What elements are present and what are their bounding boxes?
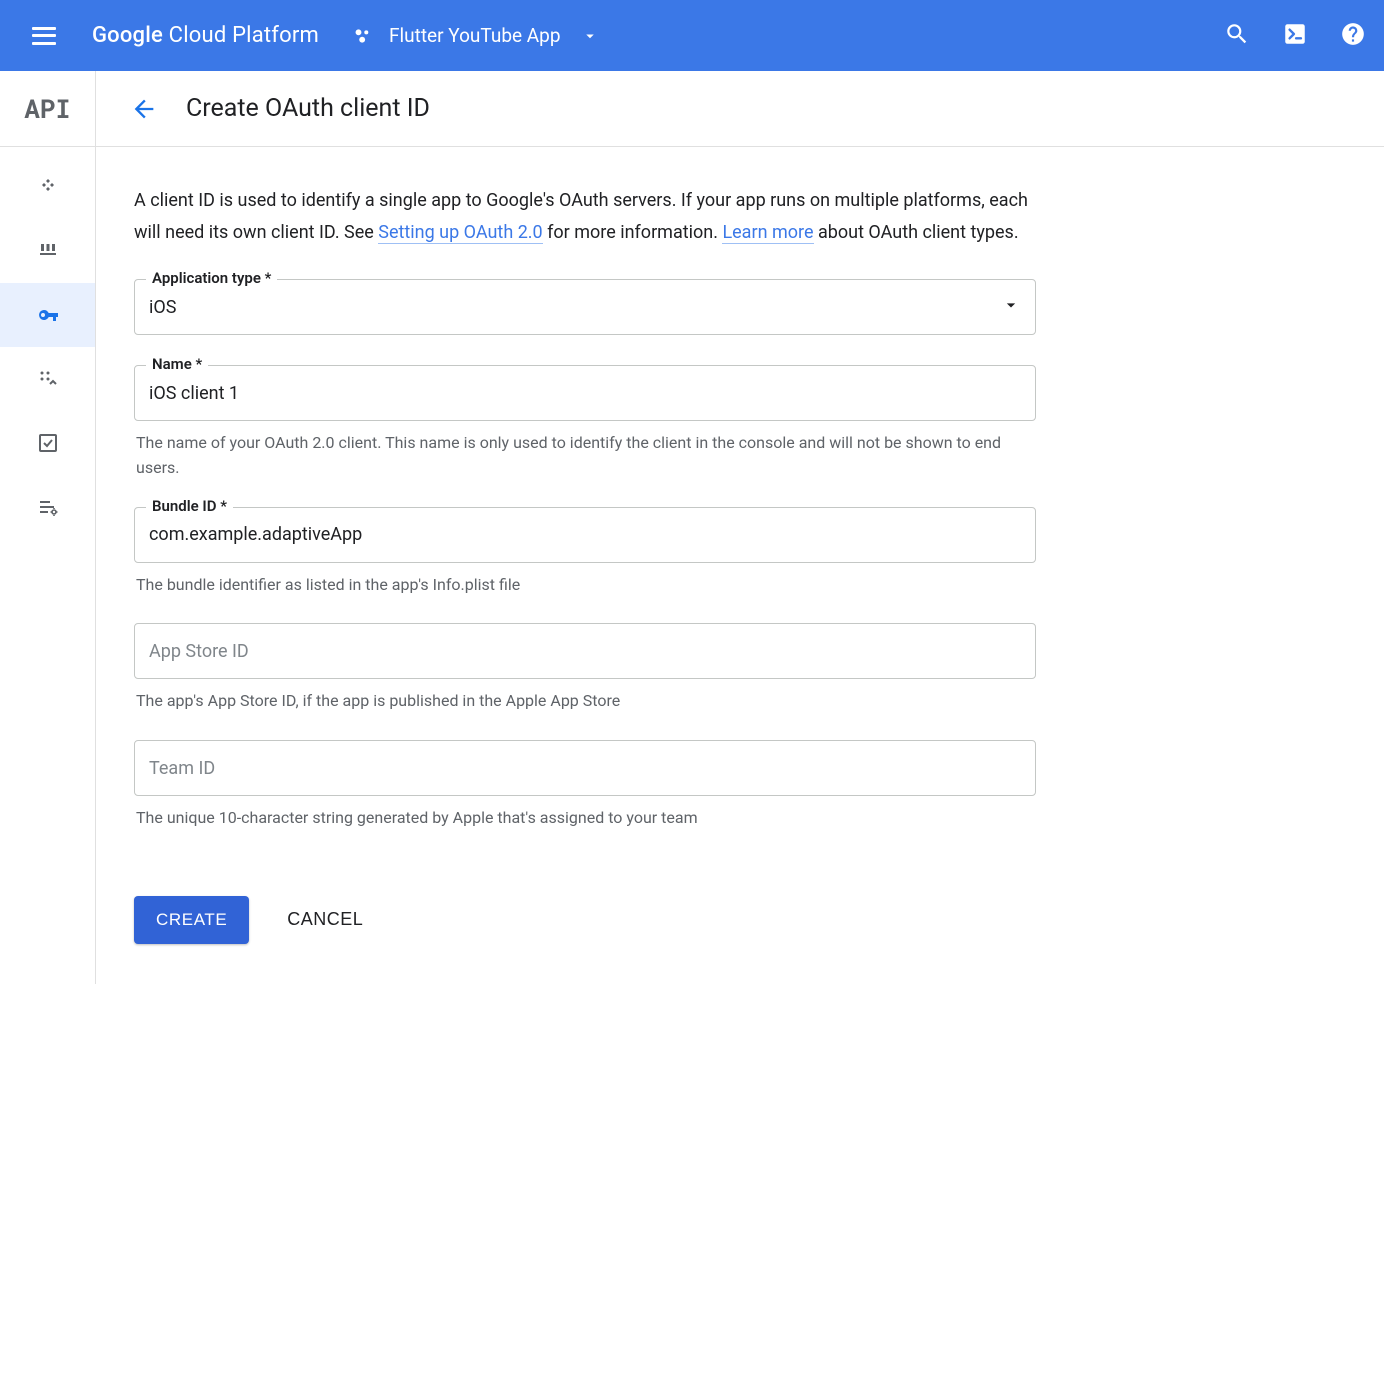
settings-list-icon xyxy=(36,495,60,519)
consent-screen-icon xyxy=(36,367,60,391)
sidebar-item-page-usage[interactable] xyxy=(0,475,95,539)
field-application-type: Application type * iOS xyxy=(134,279,1036,335)
checkbox-icon xyxy=(36,431,60,455)
application-type-label: Application type * xyxy=(146,269,277,287)
search-icon xyxy=(1224,21,1250,47)
page-header: Create OAuth client ID xyxy=(96,71,1384,147)
arrow-back-icon xyxy=(130,95,158,123)
app-store-id-input[interactable] xyxy=(149,641,1021,662)
sidebar-item-domain-verification[interactable] xyxy=(0,411,95,475)
cloud-shell-button[interactable] xyxy=(1282,21,1308,51)
name-helper: The name of your OAuth 2.0 client. This … xyxy=(136,431,1034,481)
name-input[interactable] xyxy=(149,383,1021,404)
sidebar-item-oauth-consent[interactable] xyxy=(0,347,95,411)
sidebar-item-dashboard[interactable] xyxy=(0,155,95,219)
field-team-id xyxy=(134,740,1036,796)
intro-part2: for more information. xyxy=(543,222,723,243)
button-row: CREATE CANCEL xyxy=(134,895,1036,944)
topbar-actions xyxy=(1224,21,1366,51)
dashboard-icon xyxy=(36,175,60,199)
field-bundle-id: Bundle ID * xyxy=(134,507,1036,563)
help-button[interactable] xyxy=(1340,21,1366,51)
brand-rest: Cloud Platform xyxy=(163,23,319,48)
create-button[interactable]: CREATE xyxy=(134,896,249,944)
bundle-id-input[interactable] xyxy=(149,524,1021,545)
application-type-value: iOS xyxy=(149,297,176,318)
project-selector[interactable]: Flutter YouTube App xyxy=(353,24,599,47)
topbar: Google Cloud Platform Flutter YouTube Ap… xyxy=(0,0,1384,71)
field-app-store-id xyxy=(134,623,1036,679)
sidebar-item-library[interactable] xyxy=(0,219,95,283)
intro-text: A client ID is used to identify a single… xyxy=(134,185,1036,249)
app-store-id-helper: The app's App Store ID, if the app is pu… xyxy=(136,689,1034,714)
team-id-input[interactable] xyxy=(149,758,1021,779)
main-content: Create OAuth client ID A client ID is us… xyxy=(96,71,1384,984)
bundle-id-helper: The bundle identifier as listed in the a… xyxy=(136,573,1034,598)
cancel-button[interactable]: CANCEL xyxy=(277,895,373,944)
bundle-id-label: Bundle ID * xyxy=(146,497,233,515)
library-icon xyxy=(36,239,60,263)
intro-part3: about OAuth client types. xyxy=(814,222,1019,243)
sidebar-item-credentials[interactable] xyxy=(0,283,95,347)
page-title: Create OAuth client ID xyxy=(186,94,430,123)
link-setting-up-oauth[interactable]: Setting up OAuth 2.0 xyxy=(378,222,542,244)
search-button[interactable] xyxy=(1224,21,1250,51)
name-label: Name * xyxy=(146,355,208,373)
field-name: Name * xyxy=(134,365,1036,421)
brand-google: Google xyxy=(92,23,163,48)
project-name: Flutter YouTube App xyxy=(389,24,561,47)
cloud-shell-icon xyxy=(1282,21,1308,47)
back-button[interactable] xyxy=(120,85,168,133)
team-id-helper: The unique 10-character string generated… xyxy=(136,806,1034,831)
hamburger-menu-button[interactable] xyxy=(28,20,60,52)
application-type-select[interactable]: iOS xyxy=(134,279,1036,335)
link-learn-more[interactable]: Learn more xyxy=(722,222,813,244)
help-icon xyxy=(1340,21,1366,47)
sidebar: API xyxy=(0,71,96,984)
key-icon xyxy=(36,303,60,327)
api-logo: API xyxy=(0,71,95,147)
caret-down-icon xyxy=(581,27,599,45)
hamburger-icon xyxy=(32,27,56,45)
gcp-brand: Google Cloud Platform xyxy=(92,23,319,48)
dropdown-caret-icon xyxy=(1001,295,1021,320)
project-icon xyxy=(353,25,375,47)
